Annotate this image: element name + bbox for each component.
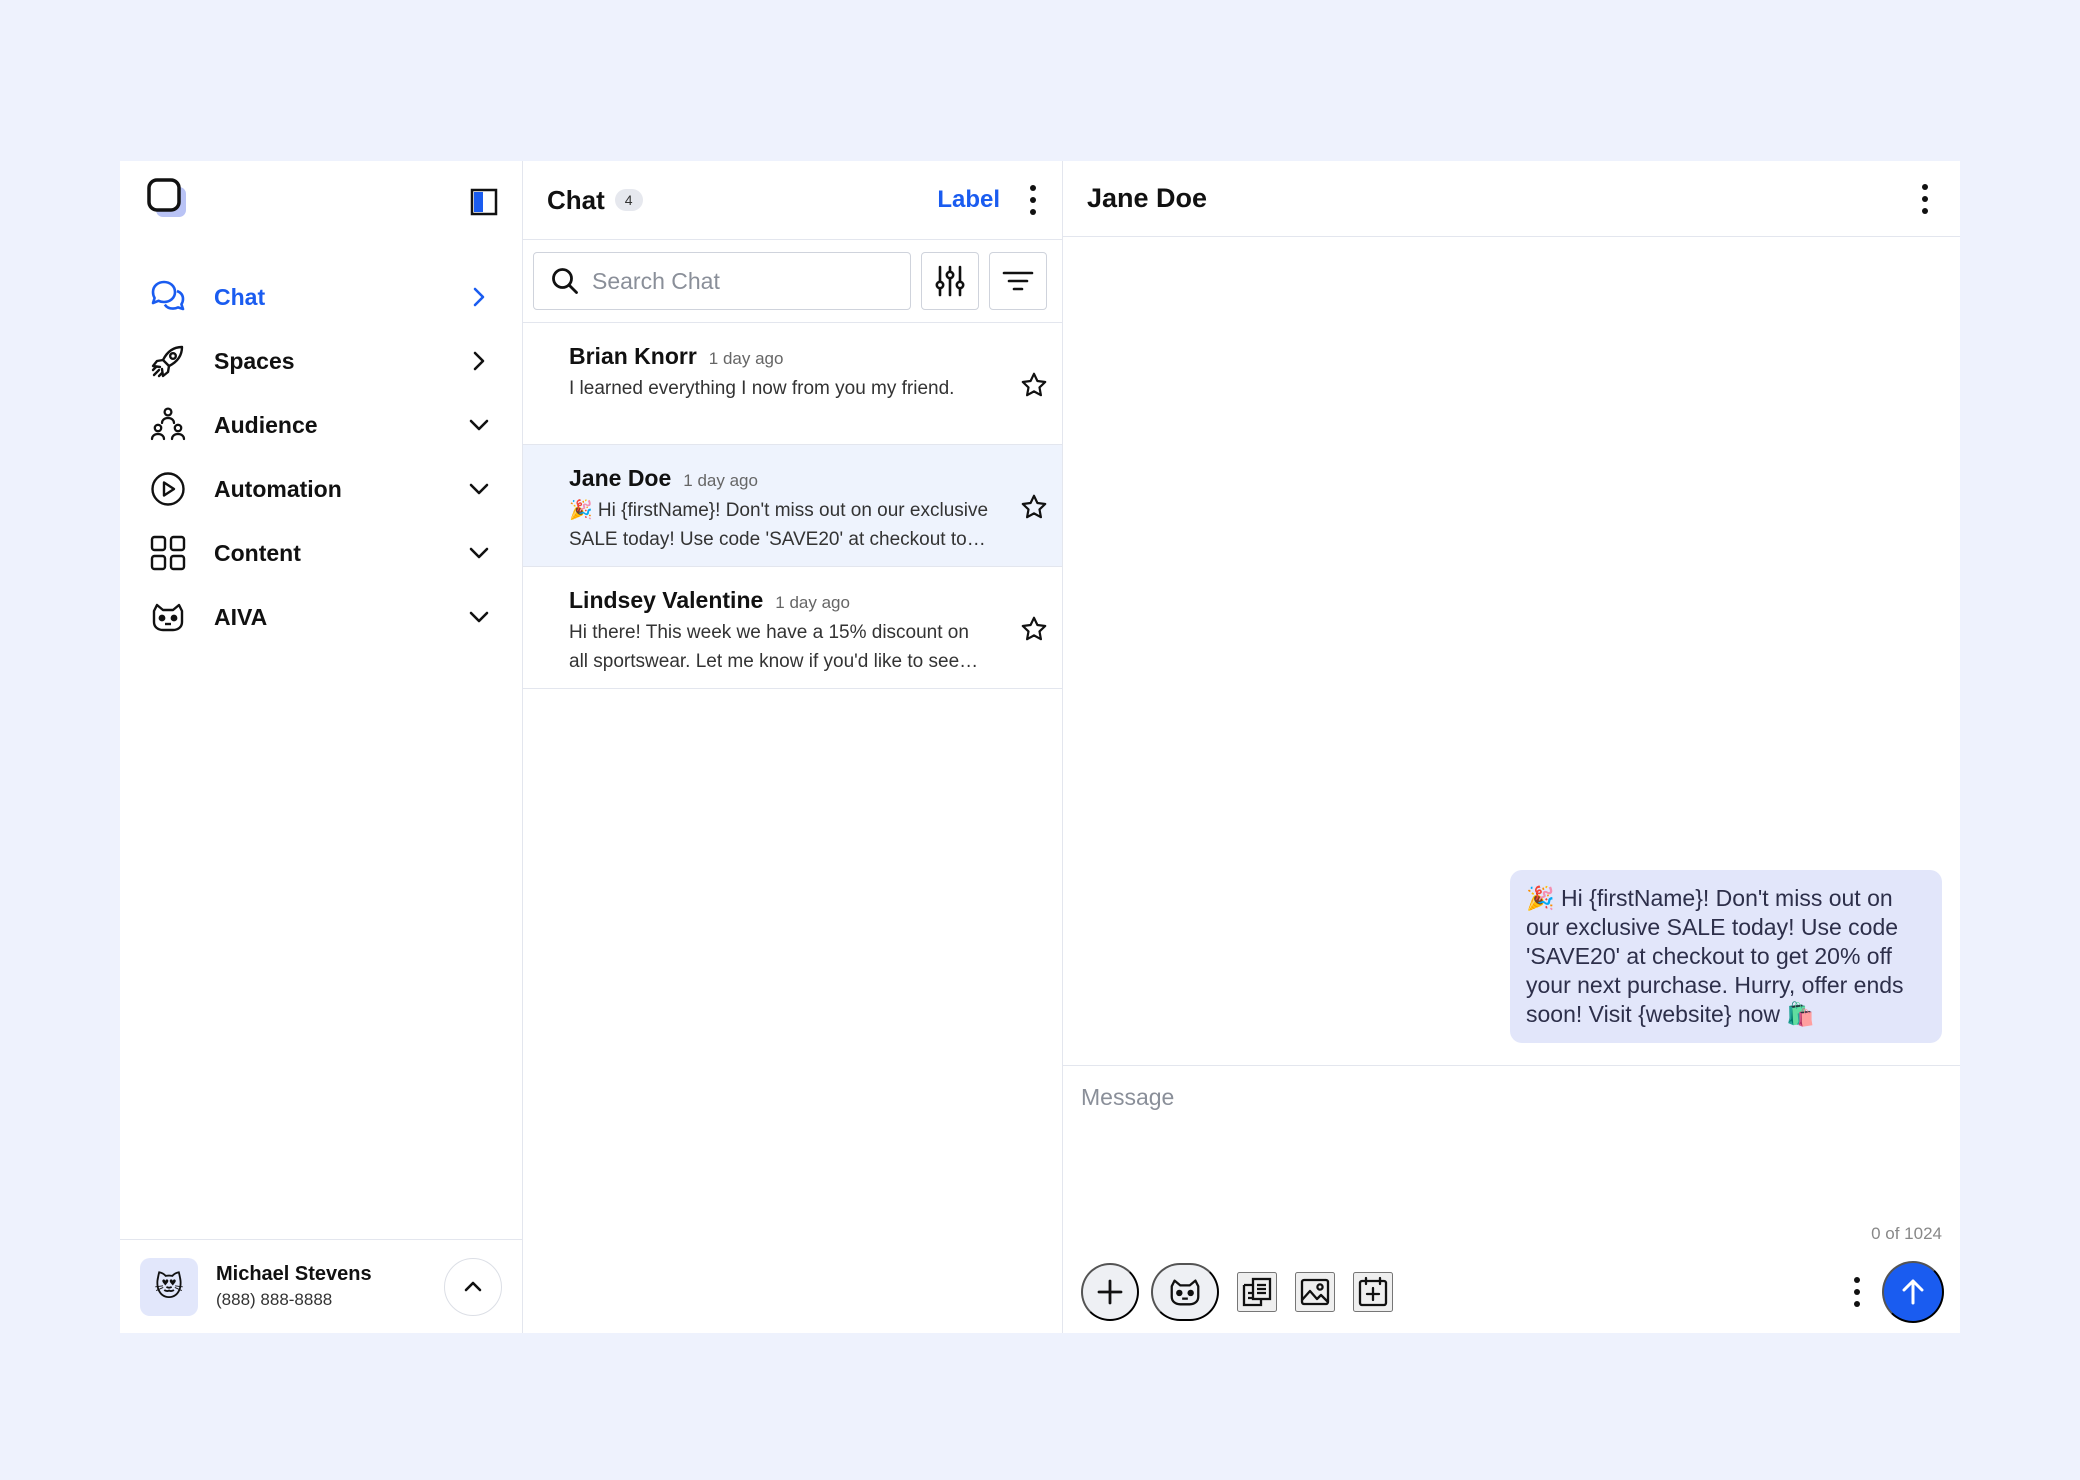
user-phone: (888) 888-8888 bbox=[216, 1290, 333, 1309]
star-icon[interactable] bbox=[1020, 371, 1048, 399]
plus-icon bbox=[1097, 1279, 1123, 1305]
app-logo-icon bbox=[147, 178, 186, 217]
message-composer: 0 of 1024 bbox=[1063, 1065, 1960, 1333]
conversation-name: Jane Doe bbox=[569, 465, 672, 491]
conversation-name: Lindsey Valentine bbox=[569, 587, 764, 613]
bot-icon bbox=[1170, 1279, 1200, 1306]
sidebar-header bbox=[120, 161, 522, 241]
user-info: Michael Stevens (888) 888-8888 bbox=[216, 1263, 444, 1310]
sidebar-collapse-icon[interactable] bbox=[470, 188, 498, 216]
conversation-time: 1 day ago bbox=[708, 349, 784, 368]
conversation-preview: Hi there! This week we have a 15% discou… bbox=[569, 622, 969, 672]
chevron-down-icon bbox=[469, 611, 489, 623]
sidebar-item-automation[interactable]: Automation bbox=[120, 457, 522, 521]
search-input[interactable] bbox=[592, 267, 892, 295]
add-attachment-button[interactable] bbox=[1081, 1263, 1139, 1321]
conversation-item[interactable]: Brian Knorr 1 day ago I learned everythi… bbox=[523, 323, 1062, 445]
arrow-up-icon bbox=[1902, 1279, 1924, 1305]
grid-icon bbox=[148, 533, 188, 573]
schedule-button[interactable] bbox=[1353, 1272, 1393, 1312]
sidebar-item-spaces[interactable]: Spaces bbox=[120, 329, 522, 393]
send-button[interactable] bbox=[1882, 1261, 1944, 1323]
conversation-name: Brian Knorr bbox=[569, 343, 697, 369]
thread-header: Jane Doe bbox=[1063, 161, 1960, 237]
ai-assist-button[interactable] bbox=[1151, 1263, 1219, 1321]
templates-icon bbox=[1242, 1277, 1272, 1307]
sidebar-item-label: Content bbox=[214, 539, 301, 566]
chat-list-title: Chat bbox=[547, 184, 605, 215]
thread-title: Jane Doe bbox=[1087, 183, 1208, 213]
sort-button[interactable] bbox=[989, 252, 1047, 310]
calendar-add-icon bbox=[1358, 1276, 1388, 1307]
chat-count-badge: 4 bbox=[614, 189, 643, 211]
sidebar-item-label: Chat bbox=[214, 283, 266, 310]
composer-more-icon[interactable] bbox=[1852, 1277, 1862, 1307]
user-profile: 😻 Michael Stevens (888) 888-8888 bbox=[120, 1239, 522, 1333]
chat-bubbles-icon bbox=[148, 277, 188, 317]
sidebar-item-aiva[interactable]: AIVA bbox=[120, 585, 522, 649]
chat-list-panel: Chat 4 Label Search Chat Brian Knorr 1 d… bbox=[523, 161, 1063, 1333]
image-icon bbox=[1300, 1278, 1330, 1306]
user-menu-toggle-button[interactable] bbox=[444, 1257, 502, 1316]
sidebar-item-label: Spaces bbox=[214, 347, 295, 374]
avatar[interactable]: 😻 bbox=[140, 1257, 198, 1316]
label-link[interactable]: Label bbox=[937, 186, 1000, 214]
chevron-down-icon bbox=[469, 547, 489, 559]
conversation-preview: I learned everything I now from you my f… bbox=[569, 378, 955, 399]
thread-more-icon[interactable] bbox=[1920, 183, 1930, 214]
conversation-item[interactable]: Lindsey Valentine 1 day ago Hi there! Th… bbox=[523, 567, 1062, 689]
sliders-icon bbox=[935, 265, 965, 297]
chevron-down-icon bbox=[469, 483, 489, 495]
app-window: Chat Spaces Audience Automation Content … bbox=[120, 161, 1960, 1333]
play-circle-icon bbox=[148, 469, 188, 509]
sidebar-nav: Chat Spaces Audience Automation Content … bbox=[120, 265, 522, 649]
search-box bbox=[533, 252, 911, 310]
chevron-right-icon bbox=[473, 351, 485, 371]
chat-list-header: Chat 4 Label bbox=[523, 161, 1062, 240]
search-row bbox=[523, 240, 1062, 323]
templates-button[interactable] bbox=[1237, 1272, 1277, 1312]
sort-lines-icon bbox=[1002, 271, 1034, 291]
sidebar: Chat Spaces Audience Automation Content … bbox=[120, 161, 523, 1333]
conversation-time: 1 day ago bbox=[775, 593, 850, 612]
conversation-time: 1 day ago bbox=[683, 471, 758, 490]
message-bubble: 🎉 Hi {firstName}! Don't miss out on our … bbox=[1510, 870, 1942, 1043]
insert-image-button[interactable] bbox=[1295, 1272, 1335, 1312]
character-counter: 0 of 1024 bbox=[1871, 1224, 1942, 1243]
star-icon[interactable] bbox=[1020, 615, 1048, 643]
filter-sliders-button[interactable] bbox=[921, 252, 979, 310]
sidebar-item-label: AIVA bbox=[214, 603, 268, 630]
conversation-preview: 🎉 Hi {firstName}! Don't miss out on our … bbox=[569, 500, 989, 550]
chevron-down-icon bbox=[469, 419, 489, 431]
sidebar-item-audience[interactable]: Audience bbox=[120, 393, 522, 457]
chevron-up-icon bbox=[464, 1281, 482, 1291]
conversation-thread: Jane Doe 🎉 Hi {firstName}! Don't miss ou… bbox=[1063, 161, 1960, 1333]
audience-icon bbox=[148, 405, 188, 445]
star-icon[interactable] bbox=[1020, 493, 1048, 521]
rocket-icon bbox=[148, 341, 188, 381]
search-icon bbox=[552, 268, 578, 294]
sidebar-item-label: Automation bbox=[214, 475, 342, 502]
conversation-item[interactable]: Jane Doe 1 day ago 🎉 Hi {firstName}! Don… bbox=[523, 445, 1062, 567]
message-area: 🎉 Hi {firstName}! Don't miss out on our … bbox=[1063, 237, 1960, 1065]
message-input[interactable] bbox=[1081, 1084, 1942, 1204]
bot-icon bbox=[148, 597, 188, 637]
composer-toolbar bbox=[1081, 1261, 1944, 1323]
chat-list-more-icon[interactable] bbox=[1028, 185, 1038, 215]
sidebar-item-content[interactable]: Content bbox=[120, 521, 522, 585]
sidebar-item-chat[interactable]: Chat bbox=[120, 265, 522, 329]
user-name: Michael Stevens bbox=[216, 1263, 372, 1285]
sidebar-item-label: Audience bbox=[214, 411, 318, 438]
chevron-right-icon bbox=[473, 287, 485, 307]
